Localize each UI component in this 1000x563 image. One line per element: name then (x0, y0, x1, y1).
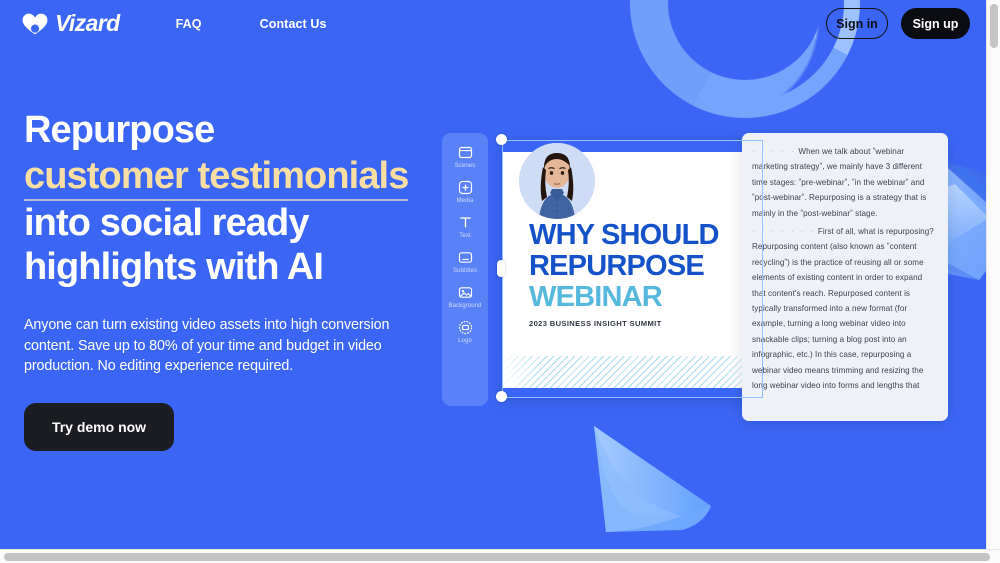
sidebar-item-label: Text (459, 233, 471, 239)
page-title: Repurpose customer testimonials into soc… (24, 108, 424, 289)
sidebar-item-label: Background (448, 303, 482, 309)
sidebar-item-label: Logo (458, 338, 472, 344)
text-icon (459, 217, 471, 228)
hero-subcopy: Anyone can turn existing video assets in… (24, 317, 390, 374)
sidebar-item-subtitles[interactable]: Subtitles (442, 250, 488, 274)
headline-line-3: into social ready (24, 202, 309, 244)
sidebar-item-text[interactable]: Text (442, 215, 488, 239)
vertical-scrollbar-thumb[interactable] (990, 4, 998, 48)
selection-handle-bottom-left[interactable] (496, 391, 507, 402)
nav-actions: Sign in Sign up (826, 8, 970, 39)
cone-play-shape (594, 426, 711, 532)
sidebar-item-label: Scenes (454, 163, 476, 169)
slide-title-line-3: WEBINAR (529, 281, 663, 313)
horizontal-scrollbar-thumb[interactable] (4, 553, 990, 561)
sidebar-item-media[interactable]: Media (442, 180, 488, 204)
background-image-icon (458, 287, 472, 298)
slide-title-line-2: REPURPOSE (529, 250, 705, 282)
transcript-paragraph-2: · · · · · · · First of all, what is repu… (752, 224, 938, 393)
sidebar-item-background[interactable]: Background (442, 285, 488, 309)
selection-handle-top-left[interactable] (496, 134, 507, 145)
sidebar-item-logo[interactable]: Logo (442, 320, 488, 344)
sign-in-button[interactable]: Sign in (826, 8, 888, 39)
sidebar-item-scenes[interactable]: Scenes (442, 145, 488, 169)
media-plus-icon (458, 180, 472, 195)
slide-title: WHY SHOULD REPURPOSE WEBINAR (529, 220, 763, 313)
headline-line-2: customer testimonials (24, 154, 424, 201)
sign-up-button[interactable]: Sign up (901, 8, 970, 39)
brand-logo[interactable]: Vizard (22, 10, 120, 37)
horizontal-scrollbar[interactable] (0, 549, 1000, 563)
transcript-panel[interactable]: · · · · · When we talk about ˮwebinar ma… (742, 133, 948, 421)
slide-subtitle: 2023 BUSINESS INSIGHT SUMMIT (529, 319, 662, 328)
transcript-paragraph-2-text: First of all, what is repurposing? Repur… (752, 227, 934, 391)
nav-link-contact[interactable]: Contact Us (260, 17, 327, 31)
editor-tool-sidebar: Scenes Media Text Subtitles Background L… (442, 133, 488, 406)
transcript-paragraph-1: · · · · · When we talk about ˮwebinar ma… (752, 144, 938, 221)
hero-section: Repurpose customer testimonials into soc… (24, 108, 424, 451)
vertical-scrollbar[interactable] (986, 0, 1000, 549)
logo-badge-icon (458, 320, 472, 335)
headline-line-4: highlights with AI (24, 246, 324, 288)
top-navigation: Vizard FAQ Contact Us Sign in Sign up (0, 0, 986, 47)
heart-shield-icon (22, 13, 48, 34)
subtitles-icon (458, 252, 472, 263)
transcript-paragraph-1-text: When we talk about ˮwebinar marketing st… (752, 147, 927, 218)
presenter-avatar (519, 143, 595, 219)
headline-line-1: Repurpose (24, 109, 215, 151)
sidebar-item-label: Subtitles (453, 268, 477, 274)
nav-link-faq[interactable]: FAQ (176, 17, 202, 31)
slide-title-line-1: WHY SHOULD (529, 219, 719, 251)
sidebar-item-label: Media (456, 198, 474, 204)
try-demo-button[interactable]: Try demo now (24, 402, 174, 451)
brand-name: Vizard (55, 10, 120, 36)
headline-accent: customer testimonials (24, 156, 409, 201)
video-preview-canvas[interactable]: WHY SHOULD REPURPOSE WEBINAR 2023 BUSINE… (502, 140, 763, 398)
presenter-portrait-icon (519, 143, 595, 219)
scenes-icon (458, 146, 472, 159)
page-root: Vizard FAQ Contact Us Sign in Sign up Re… (0, 0, 1000, 563)
preview-bottom-band (502, 388, 763, 398)
selection-handle-middle-left[interactable] (497, 260, 505, 277)
slide-hatch-decoration (502, 356, 763, 388)
transcript-lead-dots: · · · · · (752, 147, 797, 156)
transcript-lead-dots: · · · · · · · (752, 227, 816, 237)
